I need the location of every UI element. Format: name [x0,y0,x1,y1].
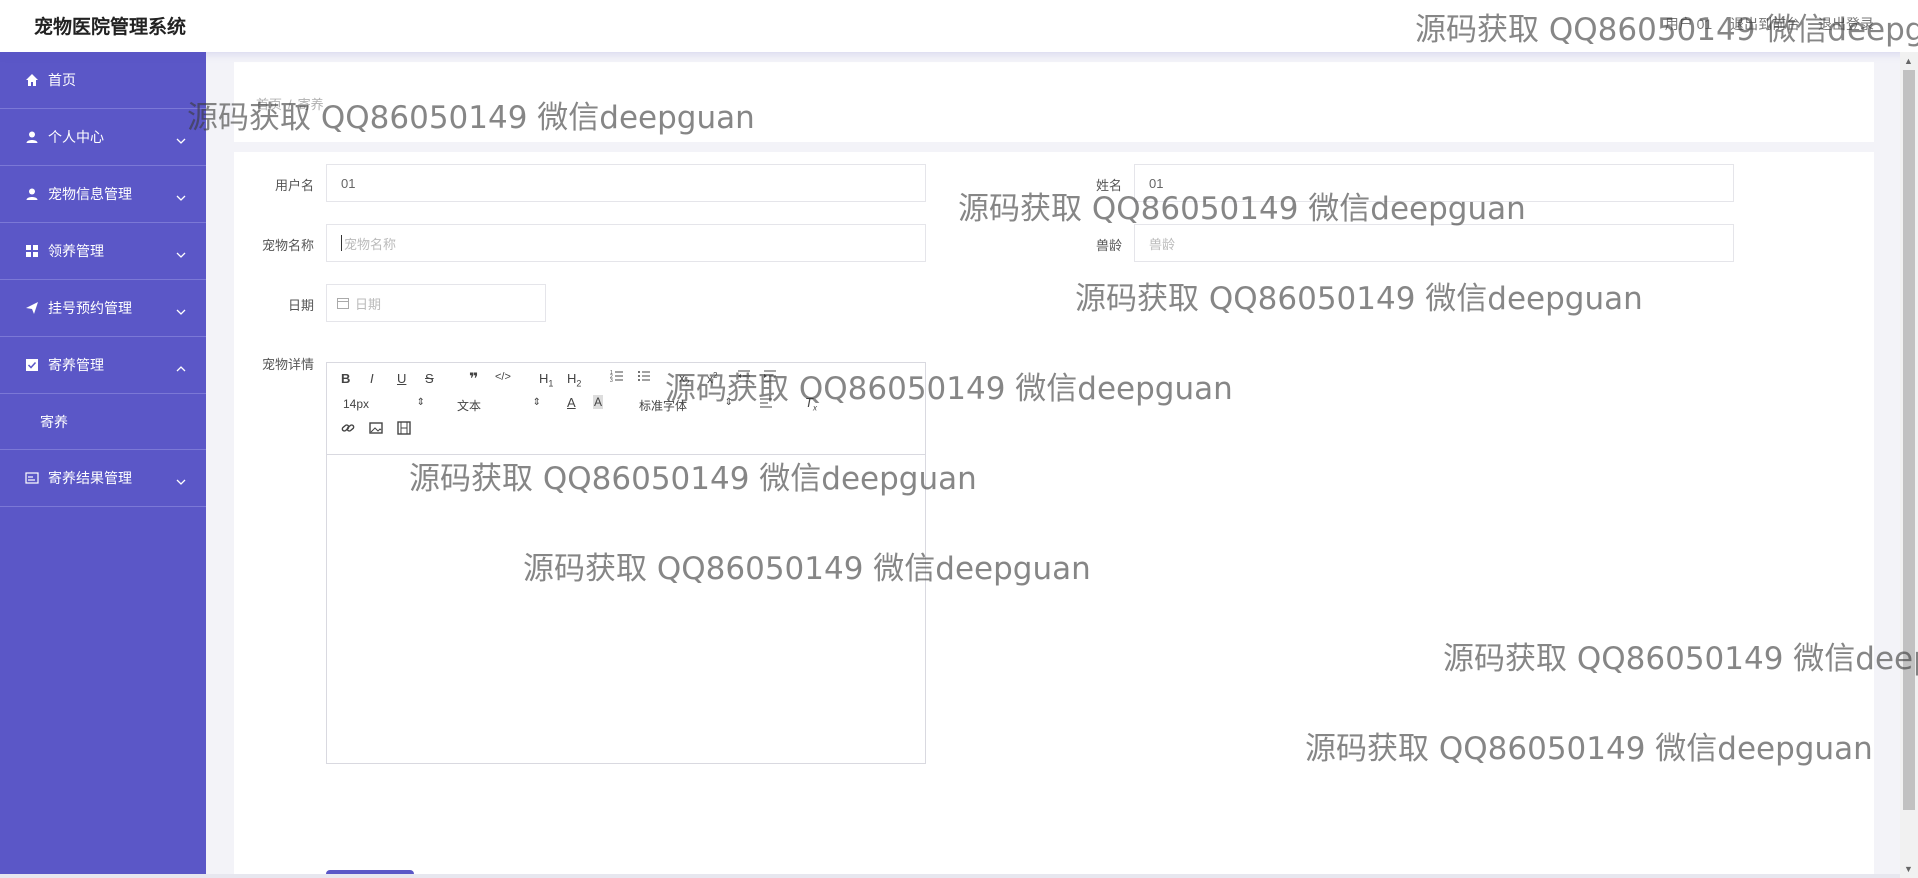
sidebar-item-label: 寄养结果管理 [48,470,132,486]
home-icon [24,72,40,88]
sidebar-item-label: 领养管理 [48,243,104,259]
font-family-select[interactable]: 标准字体 ⇕ [639,397,733,414]
age-label: 兽龄 [1095,238,1122,253]
sidebar-item-label: 寄养管理 [48,357,104,373]
form-panel: 用户名 01 姓名 01 宠物名称 宠物名称 兽龄 兽龄 日期 日期 宠物详情 … [234,152,1874,878]
send-icon [24,300,40,316]
front-page-link[interactable]: 退出到前台 [1730,16,1800,32]
user-icon [24,186,40,202]
text-type-select[interactable]: 文本 ⇕ [457,397,541,414]
checkbox-icon [24,357,40,373]
superscript-icon[interactable]: x2 [707,371,717,386]
underline-icon[interactable]: U [397,371,406,386]
heading-2-icon[interactable]: H2 [567,371,581,389]
age-field[interactable]: 兽龄 [1134,224,1734,262]
username-field[interactable]: 01 [326,164,926,202]
sidebar-item-adoption[interactable]: 领养管理 [0,223,206,280]
breadcrumb: 首页 / 寄养 [256,94,324,113]
sidebar-item-label: 个人中心 [48,129,104,145]
heading-1-icon[interactable]: H1 [539,371,553,389]
bottom-strip [0,874,1900,878]
chevron-down-icon [176,302,186,318]
strikethrough-icon[interactable]: S [425,371,434,386]
card-icon [24,470,40,486]
date-picker[interactable]: 日期 [326,284,546,322]
link-icon[interactable] [341,421,355,438]
calendar-icon [337,297,349,309]
scroll-thumb[interactable] [1903,70,1915,810]
current-user-label: 用户 01 [1664,16,1713,32]
editor-content-area[interactable] [327,455,925,763]
svg-text:3: 3 [610,378,613,383]
sidebar-item-personal-center[interactable]: 个人中心 [0,109,206,166]
sidebar-item-label: 宠物信息管理 [48,186,132,202]
font-color-icon[interactable]: A [567,395,576,410]
bullet-list-icon[interactable] [637,369,651,386]
sidebar-item-foster[interactable]: 寄养管理 [0,337,206,394]
scroll-up-icon[interactable]: ▲ [1904,56,1913,66]
image-icon[interactable] [369,421,383,438]
sidebar-item-appointment[interactable]: 挂号预约管理 [0,280,206,337]
page-scrollbar[interactable]: ▲ ▼ [1900,52,1918,878]
bold-icon[interactable]: B [341,371,350,386]
rich-text-editor: B I U S ❞ </> H1 H2 123 x2 x2 14px ⇕ 文本 ⇕ [326,362,926,764]
top-header: 宠物医院管理系统 用户 01 退出到前台 退出登录 [0,0,1918,52]
subscript-icon[interactable]: x2 [679,371,689,387]
breadcrumb-separator: / [288,97,292,112]
blockquote-icon[interactable]: ❞ [469,369,478,389]
chevron-up-icon [176,359,186,375]
sidebar-item-label: 挂号预约管理 [48,300,132,316]
sidebar-subitem-foster[interactable]: 寄养 [0,394,206,450]
editor-toolbar: B I U S ❞ </> H1 H2 123 x2 x2 14px ⇕ 文本 ⇕ [327,363,925,455]
font-size-value: 14px [343,397,370,411]
date-label: 日期 [287,298,314,313]
chevron-down-icon [176,472,186,488]
select-arrow-icon: ⇕ [532,397,541,408]
name-field[interactable]: 01 [1134,164,1734,202]
chevron-down-icon [176,131,186,147]
breadcrumb-current: 寄养 [297,97,324,112]
indent-icon[interactable] [763,369,777,386]
breadcrumb-home[interactable]: 首页 [256,97,282,112]
date-placeholder: 日期 [355,296,382,312]
pet-detail-label: 宠物详情 [261,357,314,372]
grid-icon [24,243,40,259]
background-color-icon[interactable]: A [593,395,604,409]
chevron-down-icon [176,245,186,261]
font-size-select[interactable]: 14px ⇕ [343,397,425,411]
breadcrumb-panel: 首页 / 寄养 [234,62,1874,142]
name-label: 姓名 [1095,178,1122,193]
select-arrow-icon: ⇕ [416,397,425,408]
ordered-list-icon[interactable]: 123 [610,369,624,386]
chevron-down-icon [176,188,186,204]
clear-format-icon[interactable]: Tx [805,395,817,413]
italic-icon[interactable]: I [370,371,374,386]
sidebar-item-pet-info[interactable]: 宠物信息管理 [0,166,206,223]
sidebar-item-foster-result[interactable]: 寄养结果管理 [0,450,206,507]
text-caret [341,235,342,251]
video-icon[interactable] [397,421,411,438]
scroll-down-icon[interactable]: ▼ [1904,864,1913,874]
username-label: 用户名 [274,178,314,193]
app-title: 宠物医院管理系统 [34,17,187,38]
header-user-area: 用户 01 退出到前台 退出登录 [1651,14,1874,34]
logout-link[interactable]: 退出登录 [1818,16,1874,32]
align-icon[interactable] [759,397,773,412]
pet-name-field[interactable]: 宠物名称 [326,224,926,262]
pet-name-placeholder: 宠物名称 [344,236,397,252]
select-arrow-icon: ⇕ [724,397,733,408]
sidebar: 首页 个人中心 宠物信息管理 领养管理 挂号预约管理 寄养管理 寄养 寄养结果管… [0,52,206,878]
font-family-value: 标准字体 [639,399,688,413]
code-block-icon[interactable]: </> [495,371,511,383]
text-type-value: 文本 [457,399,482,413]
sidebar-item-home[interactable]: 首页 [0,52,206,109]
pet-name-label: 宠物名称 [261,238,314,253]
outdent-icon[interactable] [737,369,751,386]
sidebar-item-label: 首页 [48,72,76,88]
user-icon [24,129,40,145]
